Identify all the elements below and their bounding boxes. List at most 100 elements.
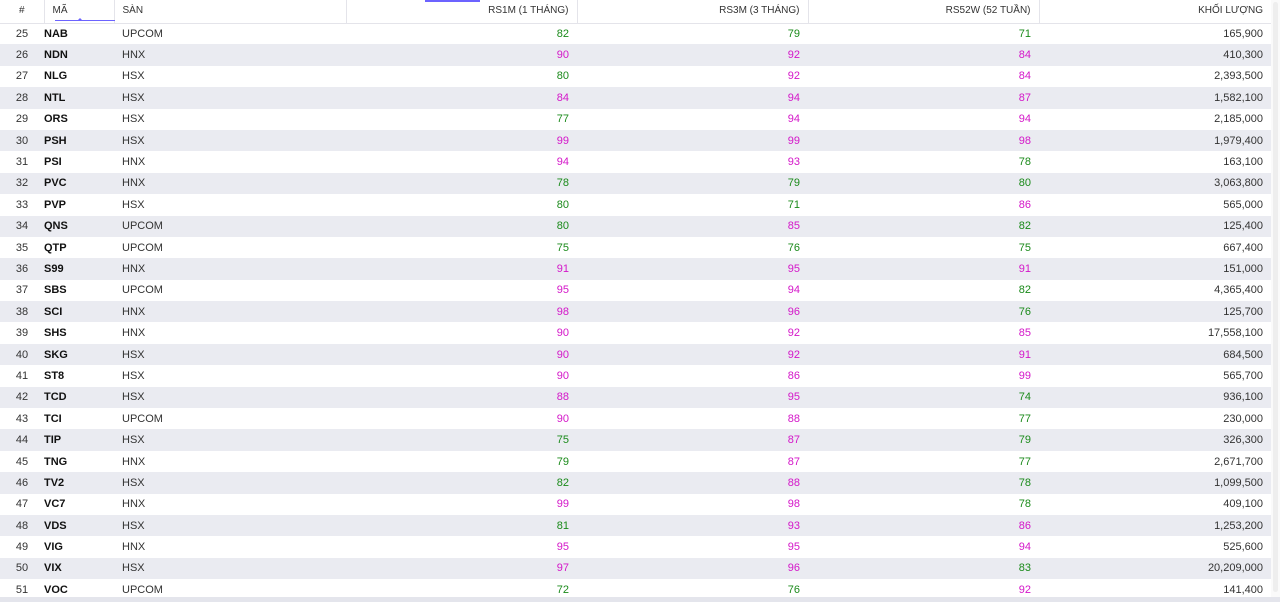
table-row[interactable]: 36 S99 HNX 91 95 91 151,000 — [0, 258, 1271, 280]
cell-rs3m: 94 — [787, 113, 800, 126]
cell-rs3m: 93 — [787, 519, 800, 532]
column-header-symbol[interactable]: MÃ — [44, 0, 115, 24]
table-row[interactable]: 37 SBS UPCOM 95 94 82 4,365,400 — [0, 279, 1271, 302]
table-body: 25 NAB UPCOM 82 79 71 165,900 26 NDN HNX 90 92 84 410… — [0, 23, 1271, 601]
table-row[interactable]: 46 TV2 HSX 82 88 78 1,099,500 — [0, 472, 1271, 494]
cell-exchange: HNX — [122, 49, 146, 62]
cell-rs1m: 99 — [556, 134, 569, 147]
column-header-volume[interactable]: KHỐI LƯỢNG — [1039, 0, 1271, 24]
cell-volume: 230,000 — [1223, 412, 1263, 425]
table-row[interactable]: 30 PSH HSX 99 99 98 1,979,400 — [0, 129, 1271, 152]
cell-volume: 125,700 — [1223, 305, 1263, 318]
horizontal-scroll-indicator[interactable] — [425, 0, 480, 2]
table-row[interactable]: 39 SHS HNX 90 92 85 17,558,100 — [0, 322, 1271, 344]
cell-rs1m: 75 — [556, 241, 569, 254]
cell-rs1m: 98 — [556, 305, 569, 318]
cell-volume: 565,700 — [1223, 369, 1263, 382]
cell-volume: 1,099,500 — [1214, 476, 1263, 489]
cell-rs3m: 99 — [787, 134, 800, 147]
cell-volume: 3,063,800 — [1214, 177, 1263, 190]
table-row[interactable]: 34 QNS UPCOM 80 85 82 125,400 — [0, 215, 1271, 237]
cell-rs52w: 87 — [1018, 91, 1031, 104]
cell-index: 27 — [15, 70, 29, 83]
vertical-scrollbar[interactable] — [1271, 0, 1280, 597]
cell-rs3m: 95 — [787, 391, 800, 404]
cell-rs3m: 95 — [787, 262, 800, 275]
cell-rs52w: 77 — [1018, 412, 1031, 425]
cell-index: 38 — [15, 305, 29, 318]
table-row[interactable]: 38 SCI HNX 98 96 76 125,700 — [0, 301, 1271, 323]
table-row[interactable]: 50 VIX HSX 97 96 83 20,209,000 — [0, 557, 1271, 580]
cell-exchange: HSX — [122, 562, 145, 575]
cell-rs3m: 79 — [787, 27, 800, 40]
cell-rs3m: 88 — [787, 476, 800, 489]
cell-symbol: SKG — [44, 348, 68, 361]
cell-symbol: TCD — [44, 391, 67, 404]
cell-rs3m: 92 — [787, 348, 800, 361]
table-row[interactable]: 32 PVC HNX 78 79 80 3,063,800 — [0, 172, 1271, 195]
cell-rs1m: 91 — [556, 262, 569, 275]
cell-index: 46 — [15, 476, 29, 489]
cell-rs1m: 80 — [556, 198, 569, 211]
cell-rs1m: 77 — [556, 113, 569, 126]
column-header-index[interactable]: # — [0, 0, 45, 24]
cell-symbol: SCI — [44, 305, 63, 318]
cell-rs52w: 74 — [1018, 391, 1031, 404]
cell-rs1m: 81 — [556, 519, 569, 532]
cell-rs1m: 99 — [556, 498, 569, 511]
table-row[interactable]: 25 NAB UPCOM 82 79 71 165,900 — [0, 23, 1271, 45]
cell-index: 33 — [15, 198, 29, 211]
cell-rs3m: 92 — [787, 327, 800, 340]
cell-rs1m: 80 — [556, 70, 569, 83]
cell-rs1m: 97 — [556, 562, 569, 575]
table-row[interactable]: 45 TNG HNX 79 87 77 2,671,700 — [0, 450, 1271, 473]
horizontal-scrollbar[interactable] — [0, 597, 1280, 602]
cell-exchange: HNX — [122, 305, 146, 318]
cell-exchange: HSX — [122, 476, 145, 489]
column-header-symbol-label: MÃ — [52, 5, 68, 17]
column-header-rs52w[interactable]: RS52W (52 TUẦN) — [808, 0, 1040, 24]
table-row[interactable]: 28 NTL HSX 84 94 87 1,582,100 — [0, 87, 1271, 109]
cell-index: 35 — [15, 241, 29, 254]
cell-symbol: VC7 — [44, 498, 66, 511]
table-row[interactable]: 47 VC7 HNX 99 98 78 409,100 — [0, 493, 1271, 515]
table-row[interactable]: 42 TCD HSX 88 95 74 936,100 — [0, 386, 1271, 409]
cell-exchange: HNX — [122, 262, 146, 275]
table-row[interactable]: 49 VIG HNX 95 95 94 525,600 — [0, 536, 1271, 558]
cell-rs52w: 91 — [1018, 262, 1031, 275]
vertical-scrollbar-thumb[interactable] — [1273, 2, 1278, 592]
table-row[interactable]: 26 NDN HNX 90 92 84 410,300 — [0, 44, 1271, 66]
table-row[interactable]: 31 PSI HNX 94 93 78 163,100 — [0, 151, 1271, 173]
column-header-exchange[interactable]: SÀN — [114, 0, 347, 24]
cell-exchange: HSX — [122, 70, 145, 83]
table-row[interactable]: 43 TCI UPCOM 90 88 77 230,000 — [0, 408, 1271, 430]
cell-symbol: PVC — [44, 177, 67, 190]
table-row[interactable]: 33 PVP HSX 80 71 86 565,000 — [0, 194, 1271, 216]
cell-exchange: HSX — [122, 91, 145, 104]
cell-volume: 165,900 — [1223, 27, 1263, 40]
cell-rs1m: 84 — [556, 91, 569, 104]
column-header-rs3m[interactable]: RS3M (3 THÁNG) — [577, 0, 809, 24]
cell-rs3m: 88 — [787, 412, 800, 425]
cell-index: 39 — [15, 327, 29, 340]
table-row[interactable]: 29 ORS HSX 77 94 94 2,185,000 — [0, 108, 1271, 130]
cell-index: 43 — [15, 412, 29, 425]
cell-symbol: SBS — [44, 284, 67, 297]
cell-symbol: NAB — [44, 27, 68, 40]
cell-rs3m: 92 — [787, 70, 800, 83]
cell-rs1m: 88 — [556, 391, 569, 404]
cell-rs1m: 80 — [556, 220, 569, 233]
table-header-row: # MÃ SÀN RS1M (1 THÁNG) RS3M (3 THÁNG) R… — [0, 0, 1271, 24]
table-row[interactable]: 48 VDS HSX 81 93 86 1,253,200 — [0, 514, 1271, 537]
cell-volume: 125,400 — [1223, 220, 1263, 233]
table-row[interactable]: 41 ST8 HSX 90 86 99 565,700 — [0, 365, 1271, 387]
table-row[interactable]: 44 TIP HSX 75 87 79 326,300 — [0, 429, 1271, 451]
cell-volume: 163,100 — [1223, 156, 1263, 169]
table-row[interactable]: 35 QTP UPCOM 75 76 75 667,400 — [0, 236, 1271, 259]
column-header-rs1m[interactable]: RS1M (1 THÁNG) — [346, 0, 578, 24]
table-row[interactable]: 27 NLG HSX 80 92 84 2,393,500 — [0, 65, 1271, 88]
cell-rs3m: 94 — [787, 91, 800, 104]
table-row[interactable]: 40 SKG HSX 90 92 91 684,500 — [0, 343, 1271, 366]
cell-volume: 2,185,000 — [1214, 113, 1263, 126]
cell-rs3m: 87 — [787, 455, 800, 468]
